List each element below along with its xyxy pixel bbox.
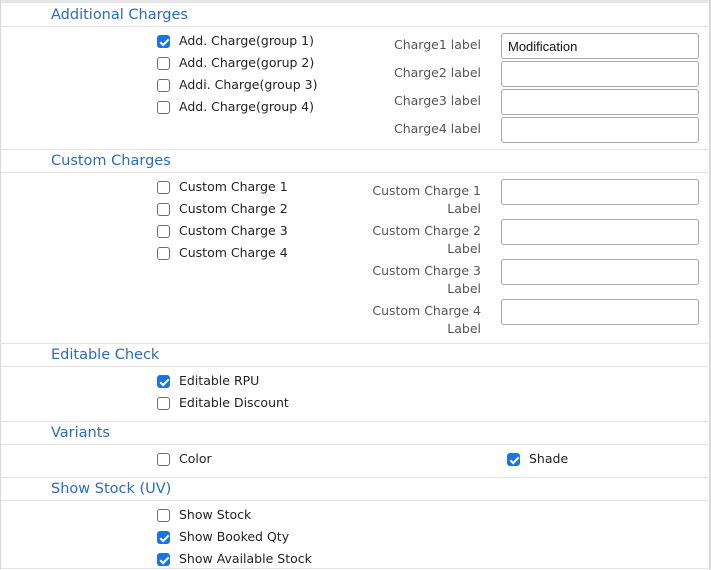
custom-charge-1-label-suffix: Label <box>447 201 481 216</box>
section-divider <box>0 500 711 501</box>
checkbox-show-stock[interactable] <box>157 509 170 522</box>
checkbox-label: Custom Charge 1 <box>179 179 288 194</box>
checkbox-label: Custom Charge 3 <box>179 223 288 238</box>
top-frame-edge <box>0 0 711 3</box>
section-divider <box>0 149 711 150</box>
checkbox-label: Add. Charge(group 1) <box>179 33 314 48</box>
charge3-label: Charge3 label <box>393 93 481 108</box>
custom-charge-2-label: Custom Charge 2 <box>372 223 481 238</box>
checkbox-label: Add. Charge(gorup 2) <box>179 55 315 70</box>
checkbox-label: Show Available Stock <box>179 551 312 566</box>
checkbox-label: Shade <box>529 451 569 466</box>
checkbox-add-charge-group-3[interactable] <box>157 79 170 92</box>
checkbox-custom-charge-3[interactable] <box>157 225 170 238</box>
section-title-additional-charges: Additional Charges <box>51 7 188 23</box>
section-divider <box>0 568 711 569</box>
checkbox-label: Custom Charge 2 <box>179 201 288 216</box>
checkbox-show-available-stock[interactable] <box>157 553 170 566</box>
checkbox-label: Show Stock <box>179 507 252 522</box>
charge2-label: Charge2 label <box>393 65 481 80</box>
charge1-input[interactable] <box>501 33 699 59</box>
checkbox-label: Addi. Charge(group 3) <box>179 77 318 92</box>
checkbox-custom-charge-1[interactable] <box>157 181 170 194</box>
custom-charge-3-label: Custom Charge 3 <box>372 263 481 278</box>
charge4-label: Charge4 label <box>393 121 481 136</box>
charge3-input[interactable] <box>501 89 699 115</box>
checkbox-label: Editable Discount <box>179 395 289 410</box>
section-title-show-stock: Show Stock (UV) <box>51 481 172 497</box>
custom-charge-1-input[interactable] <box>501 179 699 205</box>
custom-charge-4-input[interactable] <box>501 299 699 325</box>
section-divider <box>0 477 711 478</box>
checkbox-label: Add. Charge(group 4) <box>179 99 314 114</box>
checkbox-shade[interactable] <box>507 453 520 466</box>
checkbox-add-charge-group-2[interactable] <box>157 57 170 70</box>
checkbox-add-charge-group-4[interactable] <box>157 101 170 114</box>
checkbox-editable-rpu[interactable] <box>157 375 170 388</box>
section-divider <box>0 366 711 367</box>
checkbox-label: Show Booked Qty <box>179 529 290 544</box>
custom-charge-4-label: Custom Charge 4 <box>372 303 481 318</box>
custom-charge-2-input[interactable] <box>501 219 699 245</box>
checkbox-custom-charge-4[interactable] <box>157 247 170 260</box>
checkbox-label: Color <box>179 451 212 466</box>
charge2-input[interactable] <box>501 61 699 87</box>
left-frame-edge <box>0 0 1 570</box>
section-title-variants: Variants <box>51 425 110 441</box>
checkbox-show-booked-qty[interactable] <box>157 531 170 544</box>
checkbox-label: Editable RPU <box>179 373 260 388</box>
section-divider <box>0 444 711 445</box>
section-title-custom-charges: Custom Charges <box>51 153 171 169</box>
custom-charge-3-label-suffix: Label <box>447 281 481 296</box>
charge1-label: Charge1 label <box>393 37 481 52</box>
checkbox-color[interactable] <box>157 453 170 466</box>
custom-charge-2-label-suffix: Label <box>447 241 481 256</box>
checkbox-add-charge-group-1[interactable] <box>157 35 170 48</box>
custom-charge-4-label-suffix: Label <box>447 321 481 336</box>
checkbox-label: Custom Charge 4 <box>179 245 288 260</box>
section-divider <box>0 172 711 173</box>
custom-charge-1-label: Custom Charge 1 <box>372 183 481 198</box>
checkbox-editable-discount[interactable] <box>157 397 170 410</box>
custom-charge-3-input[interactable] <box>501 259 699 285</box>
section-divider <box>0 26 711 27</box>
charge4-input[interactable] <box>501 117 699 143</box>
section-divider <box>0 421 711 422</box>
section-title-editable-check: Editable Check <box>51 347 160 363</box>
section-divider <box>0 343 711 344</box>
checkbox-custom-charge-2[interactable] <box>157 203 170 216</box>
